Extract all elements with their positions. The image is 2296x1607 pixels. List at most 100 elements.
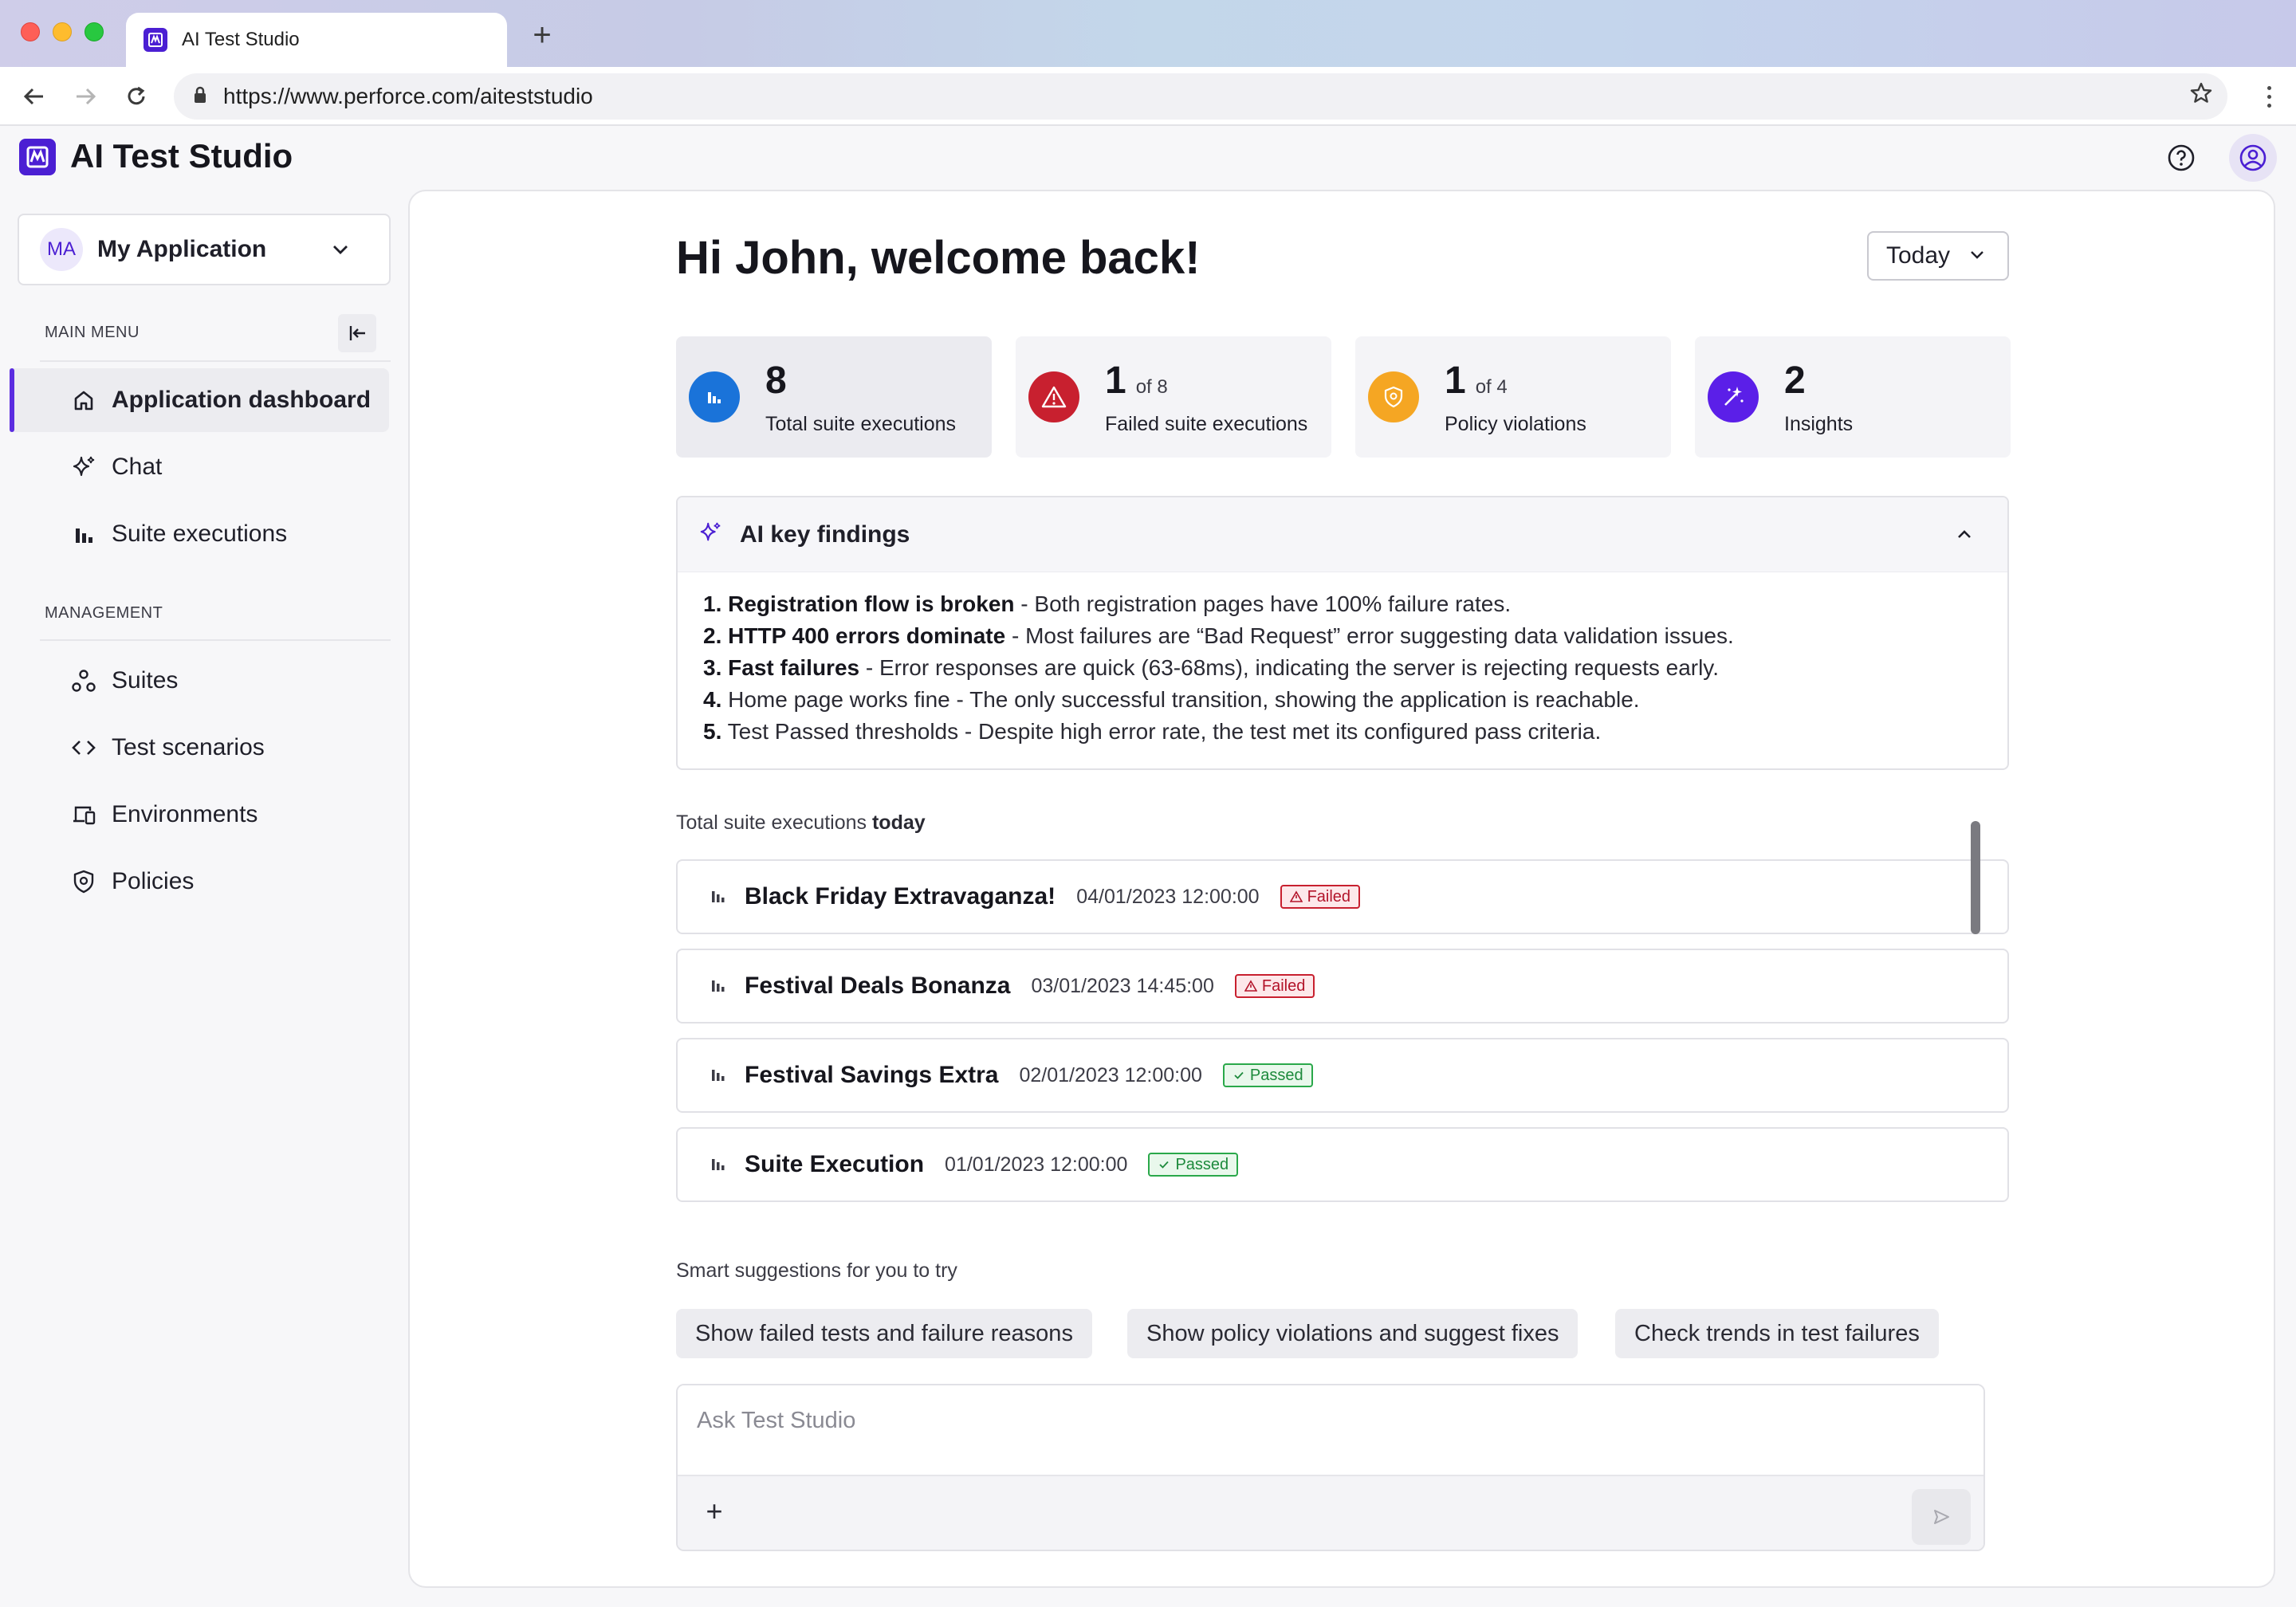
stat-card-policy-violations[interactable]: 1 of 4 Policy violations	[1355, 336, 1671, 458]
chevron-down-icon	[330, 239, 351, 264]
warning-icon	[1244, 980, 1257, 992]
application-name: My Application	[97, 236, 267, 262]
divider	[40, 639, 391, 641]
browser-menu-icon[interactable]	[2253, 78, 2285, 115]
finding-item: 1. Registration flow is broken - Both re…	[703, 591, 1512, 616]
status-badge: Passed	[1222, 1063, 1313, 1087]
finding-item: 3. Fast failures - Error responses are q…	[703, 655, 1720, 680]
execution-name: Suite Execution	[745, 1151, 925, 1177]
code-icon	[70, 734, 97, 761]
reload-icon[interactable]	[118, 78, 155, 115]
ai-key-findings-title: AI key findings	[740, 521, 910, 548]
sidebar-item-chat[interactable]: Chat	[10, 435, 389, 499]
sidebar-item-suite-executions[interactable]: Suite executions	[10, 502, 389, 566]
sidebar-item-label: Environments	[112, 801, 258, 827]
browser-tab-strip: AI Test Studio +	[0, 0, 2296, 67]
sidebar-item-policies[interactable]: Policies	[10, 850, 389, 914]
chat-composer: Ask Test Studio +	[676, 1384, 1985, 1551]
ai-key-findings-header[interactable]: AI key findings	[678, 497, 2007, 572]
app-title: AI Test Studio	[70, 137, 293, 175]
sidebar-item-application-dashboard[interactable]: Application dashboard	[10, 368, 389, 432]
finding-item: 4. Home page works fine - The only succe…	[703, 687, 1640, 712]
sidebar-item-label: Suites	[112, 667, 179, 693]
forward-icon[interactable]	[67, 78, 104, 115]
sidebar-item-suites[interactable]: Suites	[10, 649, 389, 713]
bar-chart-icon	[710, 976, 727, 997]
sidebar-item-test-scenarios[interactable]: Test scenarios	[10, 716, 389, 780]
window-close-button[interactable]	[21, 22, 40, 41]
status-badge: Failed	[1234, 974, 1315, 998]
back-icon[interactable]	[16, 78, 53, 115]
chevron-up-icon[interactable]	[1955, 525, 1974, 548]
warning-icon	[1028, 371, 1079, 422]
url-field[interactable]: https://www.perforce.com/aiteststudio	[174, 73, 2227, 120]
ai-key-findings-panel: AI key findings 1. Registration flow is …	[676, 496, 2009, 770]
period-value: Today	[1886, 242, 1951, 269]
send-icon	[1934, 1510, 1949, 1524]
stat-card-failed-executions[interactable]: 1 of 8 Failed suite executions	[1016, 336, 1331, 458]
bar-chart-icon	[710, 1065, 727, 1086]
user-account-icon[interactable]	[2229, 134, 2277, 182]
execution-row[interactable]: Black Friday Extravaganza! 04/01/2023 12…	[676, 859, 2009, 934]
tab-title: AI Test Studio	[182, 29, 300, 50]
window-minimize-button[interactable]	[53, 22, 72, 41]
sidebar-item-label: Policies	[112, 868, 195, 894]
stat-value: 1 of 8	[1105, 360, 1168, 402]
check-icon	[1159, 1161, 1170, 1169]
lock-icon	[193, 86, 207, 108]
sidebar-item-label: Chat	[112, 454, 163, 480]
execution-date: 02/01/2023 12:00:00	[1019, 1063, 1202, 1086]
chat-input[interactable]: Ask Test Studio	[678, 1385, 1983, 1475]
period-dropdown[interactable]: Today	[1867, 231, 2009, 281]
stat-label: Insights	[1784, 413, 1854, 435]
collapse-icon	[349, 326, 365, 340]
sidebar-item-label: Suite executions	[112, 521, 288, 547]
warning-icon	[1289, 890, 1303, 902]
execution-row[interactable]: Suite Execution 01/01/2023 12:00:00 Pass…	[676, 1127, 2009, 1202]
stat-label: Failed suite executions	[1105, 413, 1308, 435]
status-badge: Passed	[1148, 1153, 1239, 1177]
suggestion-chip[interactable]: Show failed tests and failure reasons	[676, 1309, 1092, 1358]
stat-card-insights[interactable]: 2 Insights	[1695, 336, 2011, 458]
magic-wand-icon	[1708, 371, 1759, 422]
devices-icon	[70, 801, 97, 828]
execution-row[interactable]: Festival Deals Bonanza 03/01/2023 14:45:…	[676, 949, 2009, 1024]
suggestion-chip[interactable]: Check trends in test failures	[1615, 1309, 1939, 1358]
findings-list: 1. Registration flow is broken - Both re…	[678, 572, 2007, 748]
execution-row[interactable]: Festival Savings Extra 02/01/2023 12:00:…	[676, 1038, 2009, 1113]
address-bar: https://www.perforce.com/aiteststudio	[0, 67, 2296, 126]
sparkle-icon	[70, 454, 97, 481]
stat-label: Total suite executions	[765, 413, 957, 435]
stat-label: Policy violations	[1445, 413, 1586, 435]
browser-tab[interactable]: AI Test Studio	[126, 13, 507, 67]
suggestion-chip[interactable]: Show policy violations and suggest fixes	[1127, 1309, 1578, 1358]
help-icon[interactable]	[2162, 139, 2200, 177]
execution-date: 04/01/2023 12:00:00	[1076, 885, 1260, 908]
add-attachment-icon[interactable]: +	[700, 1497, 729, 1527]
sidebar-item-label: Application dashboard	[112, 387, 372, 413]
bar-chart-icon	[710, 1154, 727, 1176]
composer-toolbar: +	[678, 1475, 1983, 1550]
window-zoom-button[interactable]	[85, 22, 104, 41]
shield-icon	[1368, 371, 1419, 422]
bar-chart-icon	[689, 371, 740, 422]
page-title: Hi John, welcome back!	[676, 232, 1201, 284]
collapse-sidebar-button[interactable]	[338, 314, 376, 352]
sidebar-item-environments[interactable]: Environments	[10, 783, 389, 847]
sparkle-icon	[698, 521, 722, 548]
executions-heading: Total suite executions today	[676, 811, 926, 834]
chevron-down-icon	[1968, 244, 1987, 271]
application-selector[interactable]: MA My Application	[18, 214, 391, 285]
stat-value: 2	[1784, 360, 1806, 402]
bookmark-star-icon[interactable]	[2183, 75, 2219, 112]
sidebar-item-label: Test scenarios	[112, 734, 265, 760]
executions-scrollbar[interactable]	[1971, 821, 1980, 934]
url-text: https://www.perforce.com/aiteststudio	[223, 84, 593, 108]
status-badge: Failed	[1280, 885, 1361, 909]
send-button[interactable]	[1912, 1489, 1971, 1545]
stat-card-total-executions[interactable]: 8 Total suite executions	[676, 336, 992, 458]
bar-chart-icon	[70, 521, 97, 548]
app-header: AI Test Studio	[0, 126, 2296, 190]
divider	[40, 360, 391, 362]
new-tab-button[interactable]: +	[526, 19, 558, 53]
